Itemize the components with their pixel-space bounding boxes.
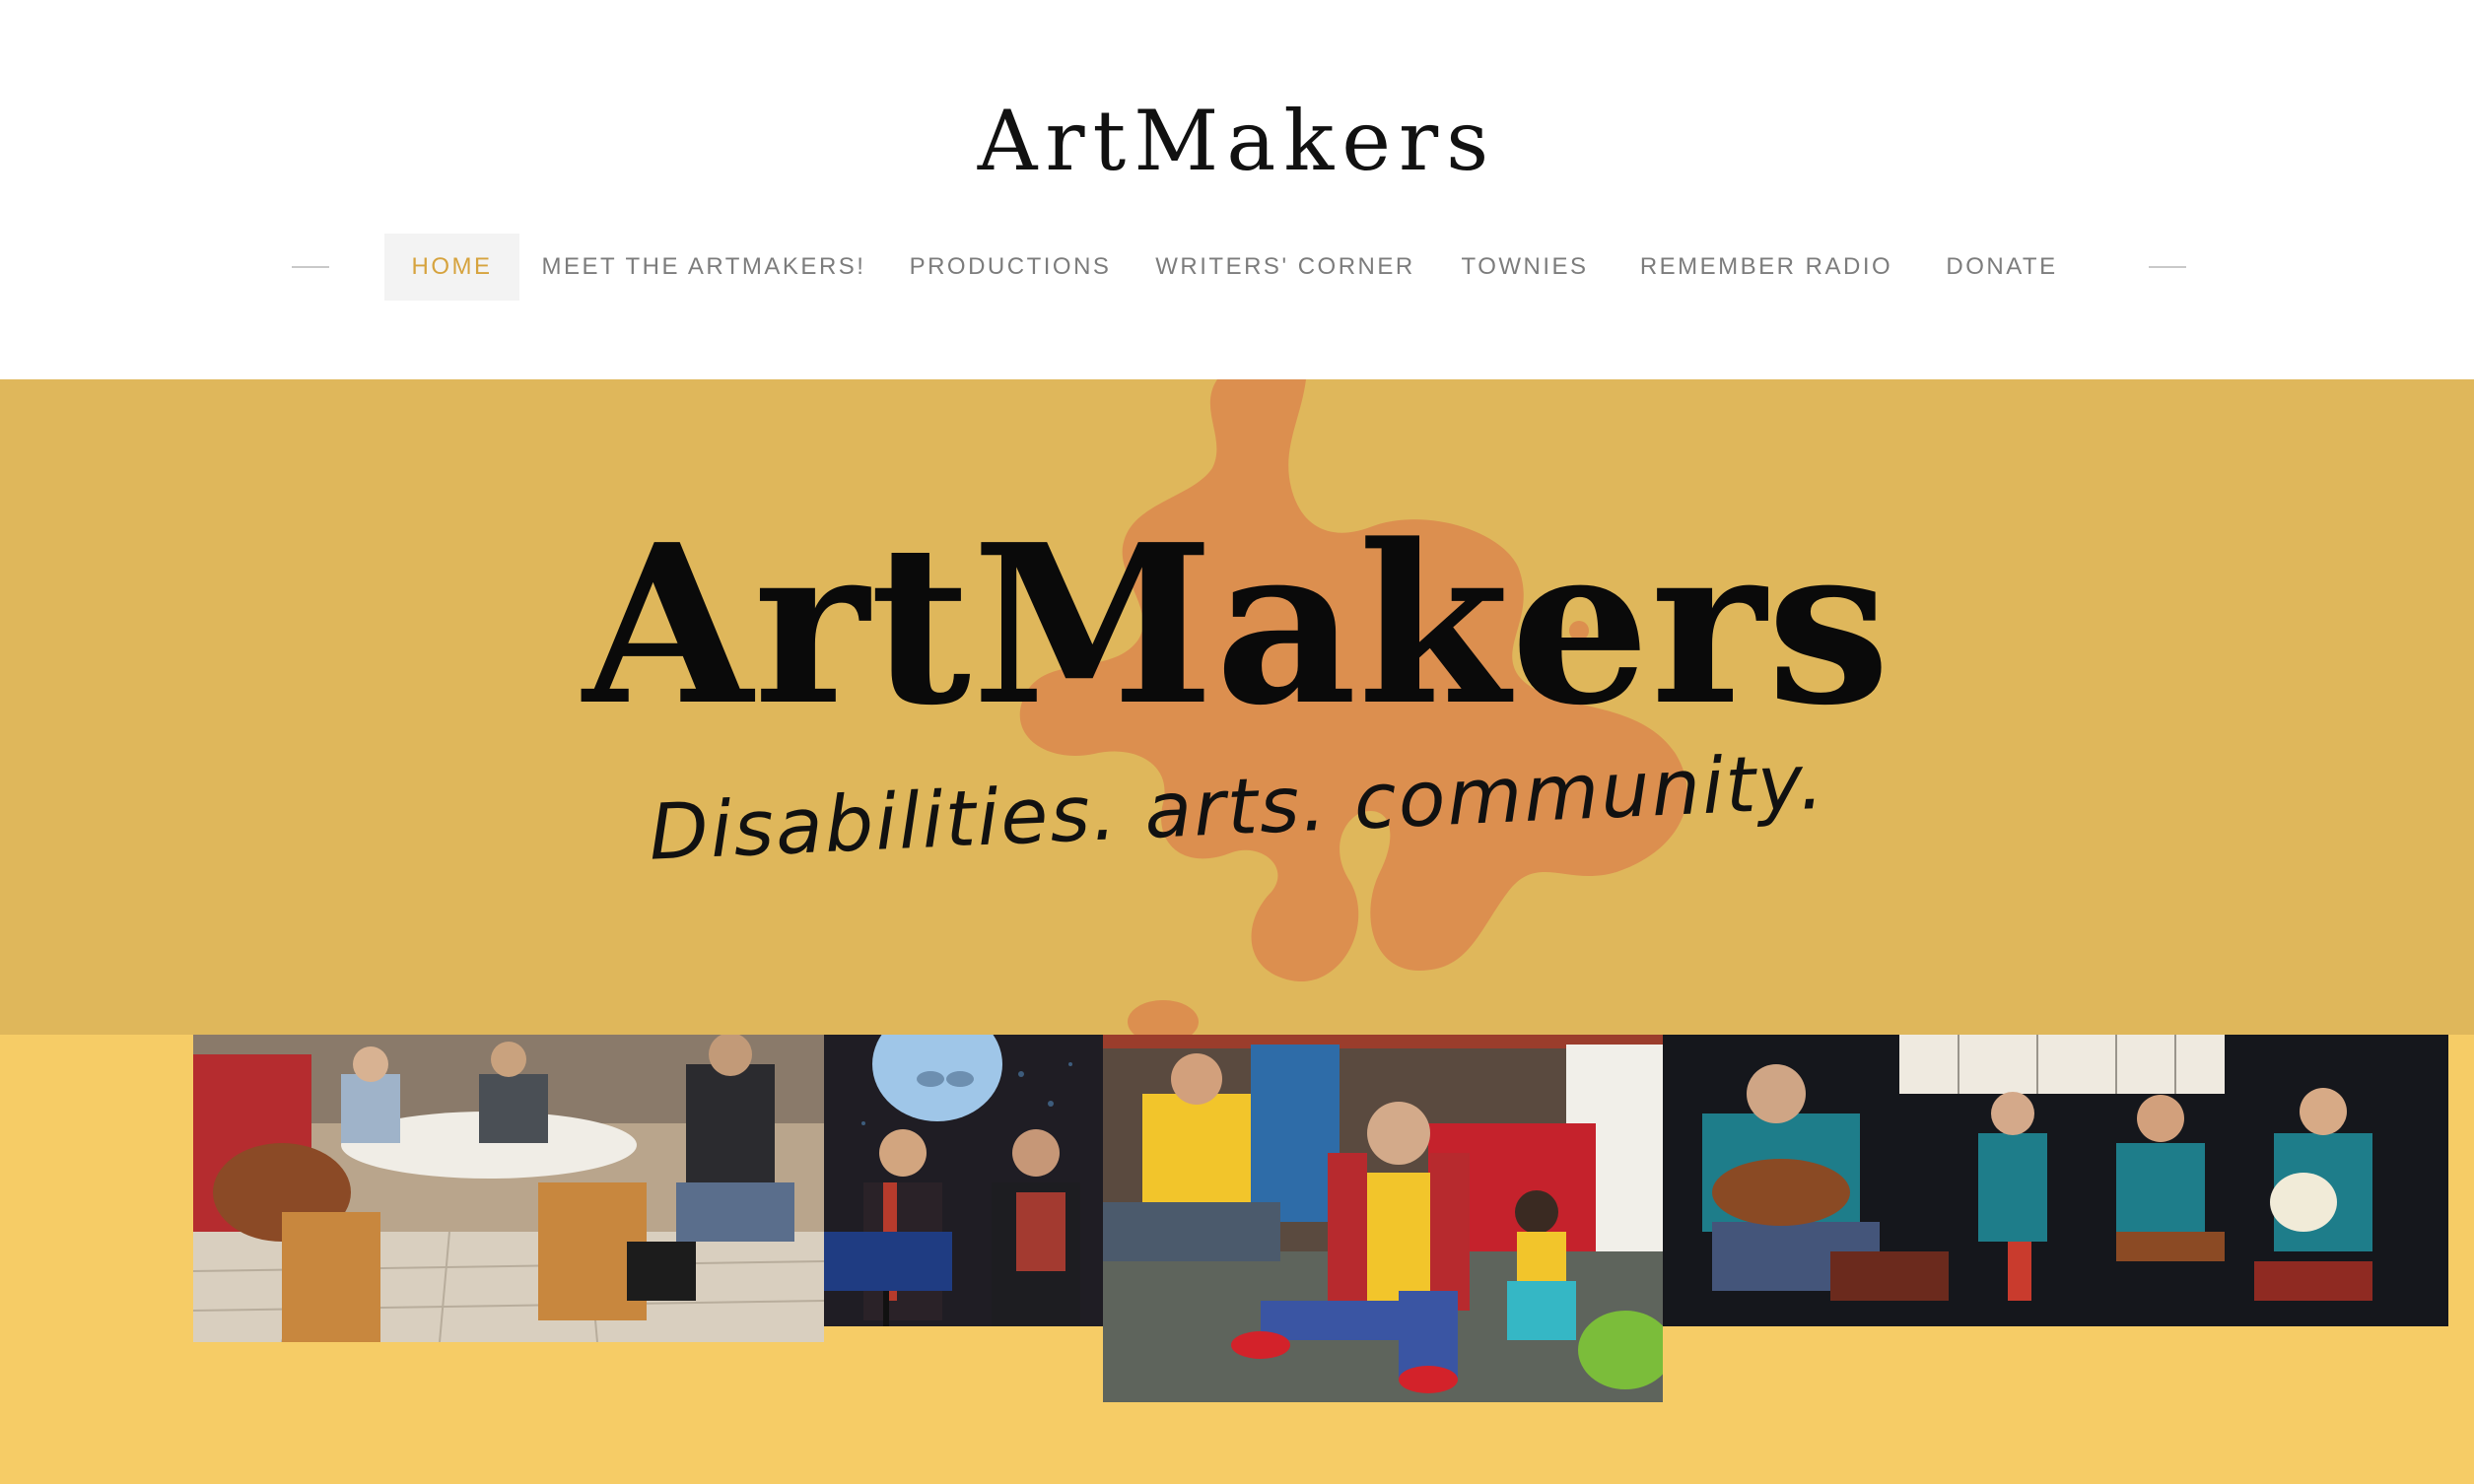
performer-sitting-on-floor-photo[interactable]: [1103, 1035, 1663, 1402]
nav-item-remember-radio[interactable]: REMEMBER RADIO: [1632, 234, 1900, 301]
band-on-stage-photo[interactable]: [1663, 1035, 2448, 1326]
nav-item-writers-corner[interactable]: WRITERS' CORNER: [1153, 234, 1417, 301]
nav-item-donate[interactable]: DONATE: [1932, 234, 2072, 301]
nav-item-townies[interactable]: TOWNIES: [1449, 234, 1601, 301]
hero-banner: ArtMakers Disabilities. arts. community.: [0, 379, 2474, 1035]
nav-item-meet-the-artmakers[interactable]: MEET THE ARTMAKERS!: [540, 234, 867, 301]
site-title[interactable]: ArtMakers: [0, 87, 2474, 195]
photo-gallery: [0, 1035, 2474, 1484]
main-nav: HOME MEET THE ARTMAKERS! PRODUCTIONS WRI…: [0, 234, 2474, 301]
performers-under-moon-photo[interactable]: [824, 1035, 1103, 1326]
hero-title: ArtMakers: [583, 498, 1891, 754]
nav-decoration-left: [292, 266, 329, 268]
nav-item-productions[interactable]: PRODUCTIONS: [901, 234, 1120, 301]
nav-item-home[interactable]: HOME: [384, 234, 519, 301]
musicians-at-table-photo[interactable]: [193, 1035, 824, 1342]
nav-decoration-right: [2149, 266, 2186, 268]
site-header: ArtMakers HOME MEET THE ARTMAKERS! PRODU…: [0, 0, 2474, 379]
